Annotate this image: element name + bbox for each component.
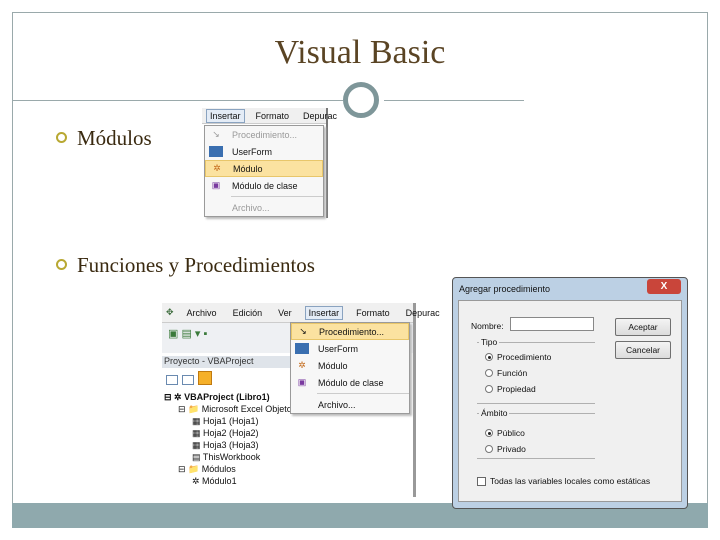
add-procedure-dialog: Agregar procedimiento X Nombre: Aceptar C… xyxy=(452,277,688,509)
radio-privado[interactable]: Privado xyxy=(485,444,526,454)
menu-insertar[interactable]: Insertar xyxy=(304,305,344,320)
menu-item-modulo[interactable]: ✲ Módulo xyxy=(291,357,409,374)
tipo-group: Tipo Procedimiento Función Propiedad xyxy=(477,337,595,404)
vbe-menubar: ✥ Archivo Edición Ver Insertar Formato D… xyxy=(162,303,440,323)
radio-propiedad[interactable]: Propiedad xyxy=(485,384,536,394)
userform-icon xyxy=(295,343,309,354)
menu-item-modulo[interactable]: ✲ Módulo xyxy=(205,160,323,177)
name-input[interactable] xyxy=(510,317,594,331)
tree-item-hoja1[interactable]: ▦ Hoja1 (Hoja1) xyxy=(164,415,296,427)
project-panel-toolbar xyxy=(166,371,226,387)
class-module-icon: ▣ xyxy=(297,377,307,387)
dialog-titlebar: Agregar procedimiento X xyxy=(453,278,687,298)
tipo-label: Tipo xyxy=(479,337,500,347)
dialog-title: Agregar procedimiento xyxy=(459,284,551,294)
menu-ver[interactable]: Ver xyxy=(275,307,295,319)
menu-item-archivo[interactable]: Archivo... xyxy=(205,199,323,216)
cancel-button[interactable]: Cancelar xyxy=(615,341,671,359)
menu-edicion[interactable]: Edición xyxy=(230,307,266,319)
menu-item-modulo-clase[interactable]: ▣ Módulo de clase xyxy=(205,177,323,194)
project-panel-title: Proyecto - VBAProject xyxy=(162,356,290,368)
toggle-folders-button[interactable] xyxy=(198,371,212,385)
radio-funcion[interactable]: Función xyxy=(485,368,527,378)
tree-item-hoja2[interactable]: ▦ Hoja2 (Hoja2) xyxy=(164,427,296,439)
title-divider xyxy=(12,100,343,101)
tree-item-modulos[interactable]: ⊟ 📁 Módulos xyxy=(164,463,296,475)
name-label: Nombre: xyxy=(471,321,504,331)
bullet-icon xyxy=(56,132,67,143)
vbe-screenshot: ✥ Archivo Edición Ver Insertar Formato D… xyxy=(162,303,440,497)
userform-icon xyxy=(209,146,223,157)
module-icon: ✲ xyxy=(213,163,221,173)
class-module-icon: ▣ xyxy=(211,180,221,190)
menu-item-userform[interactable]: UserForm xyxy=(291,340,409,357)
menu-item-procedimiento[interactable]: ↘ Procedimiento... xyxy=(205,126,323,143)
tree-item-vbaproject[interactable]: ⊟ ✲ VBAProject (Libro1) xyxy=(164,391,296,403)
menu-archivo[interactable]: Archivo xyxy=(184,307,220,319)
menu-item-userform[interactable]: UserForm xyxy=(205,143,323,160)
insert-menu-screenshot: Insertar Formato Depurac ↘ Procedimiento.… xyxy=(202,108,337,218)
bullet-text: Módulos xyxy=(77,126,152,150)
menu-item-procedimiento[interactable]: ↘ Procedimiento... xyxy=(291,323,409,340)
title-divider-right xyxy=(384,100,524,101)
menu-depurac[interactable]: Depurac xyxy=(403,307,443,319)
module-icon: ✲ xyxy=(298,360,306,370)
vbe-logo-icon: ✥ xyxy=(166,307,174,317)
static-variables-checkbox[interactable]: Todas las variables locales como estátic… xyxy=(477,476,650,486)
tree-item-excel-objects[interactable]: ⊟ 📁 Microsoft Excel Objetos xyxy=(164,403,296,415)
procedure-icon: ↘ xyxy=(212,129,220,139)
menu-separator xyxy=(317,393,409,394)
ambito-label: Ámbito xyxy=(479,408,510,418)
bullet-icon xyxy=(56,259,67,270)
project-tree: ⊟ ✲ VBAProject (Libro1) ⊟ 📁 Microsoft Ex… xyxy=(164,391,296,487)
menu-insertar[interactable]: Insertar xyxy=(206,108,245,123)
menu-formato[interactable]: Formato xyxy=(253,110,293,122)
menu-formato[interactable]: Formato xyxy=(353,307,393,319)
radio-publico[interactable]: Público xyxy=(485,428,525,438)
circle-ornament xyxy=(343,82,379,118)
bullet-modulos: Módulos xyxy=(56,126,152,151)
accept-button[interactable]: Aceptar xyxy=(615,318,671,336)
insert-dropdown: ↘ Procedimiento... UserForm ✲ Módulo ▣ Módu… xyxy=(290,322,410,414)
radio-procedimiento[interactable]: Procedimiento xyxy=(485,352,551,362)
tree-item-thisworkbook[interactable]: ▤ ThisWorkbook xyxy=(164,451,296,463)
menu-item-archivo[interactable]: Archivo... xyxy=(291,396,409,413)
tree-item-hoja3[interactable]: ▦ Hoja3 (Hoja3) xyxy=(164,439,296,451)
ambito-group: Ámbito Público Privado xyxy=(477,408,595,459)
dialog-body: Nombre: Aceptar Cancelar Tipo Procedimie… xyxy=(458,300,682,502)
menu-separator xyxy=(231,196,323,197)
menu-depurac[interactable]: Depurac xyxy=(300,110,340,122)
tree-item-modulo1[interactable]: ✲ Módulo1 xyxy=(164,475,296,487)
slide-title: Visual Basic xyxy=(274,34,446,71)
menubar: Insertar Formato Depurac xyxy=(202,108,337,124)
insert-dropdown: ↘ Procedimiento... UserForm ✲ Módulo ▣ Módu… xyxy=(204,125,324,217)
bullet-funciones: Funciones y Procedimientos xyxy=(56,253,315,278)
procedure-icon: ↘ xyxy=(299,326,307,336)
bullet-text: Funciones y Procedimientos xyxy=(77,253,315,277)
close-button[interactable]: X xyxy=(647,279,681,294)
menu-item-modulo-clase[interactable]: ▣ Módulo de clase xyxy=(291,374,409,391)
